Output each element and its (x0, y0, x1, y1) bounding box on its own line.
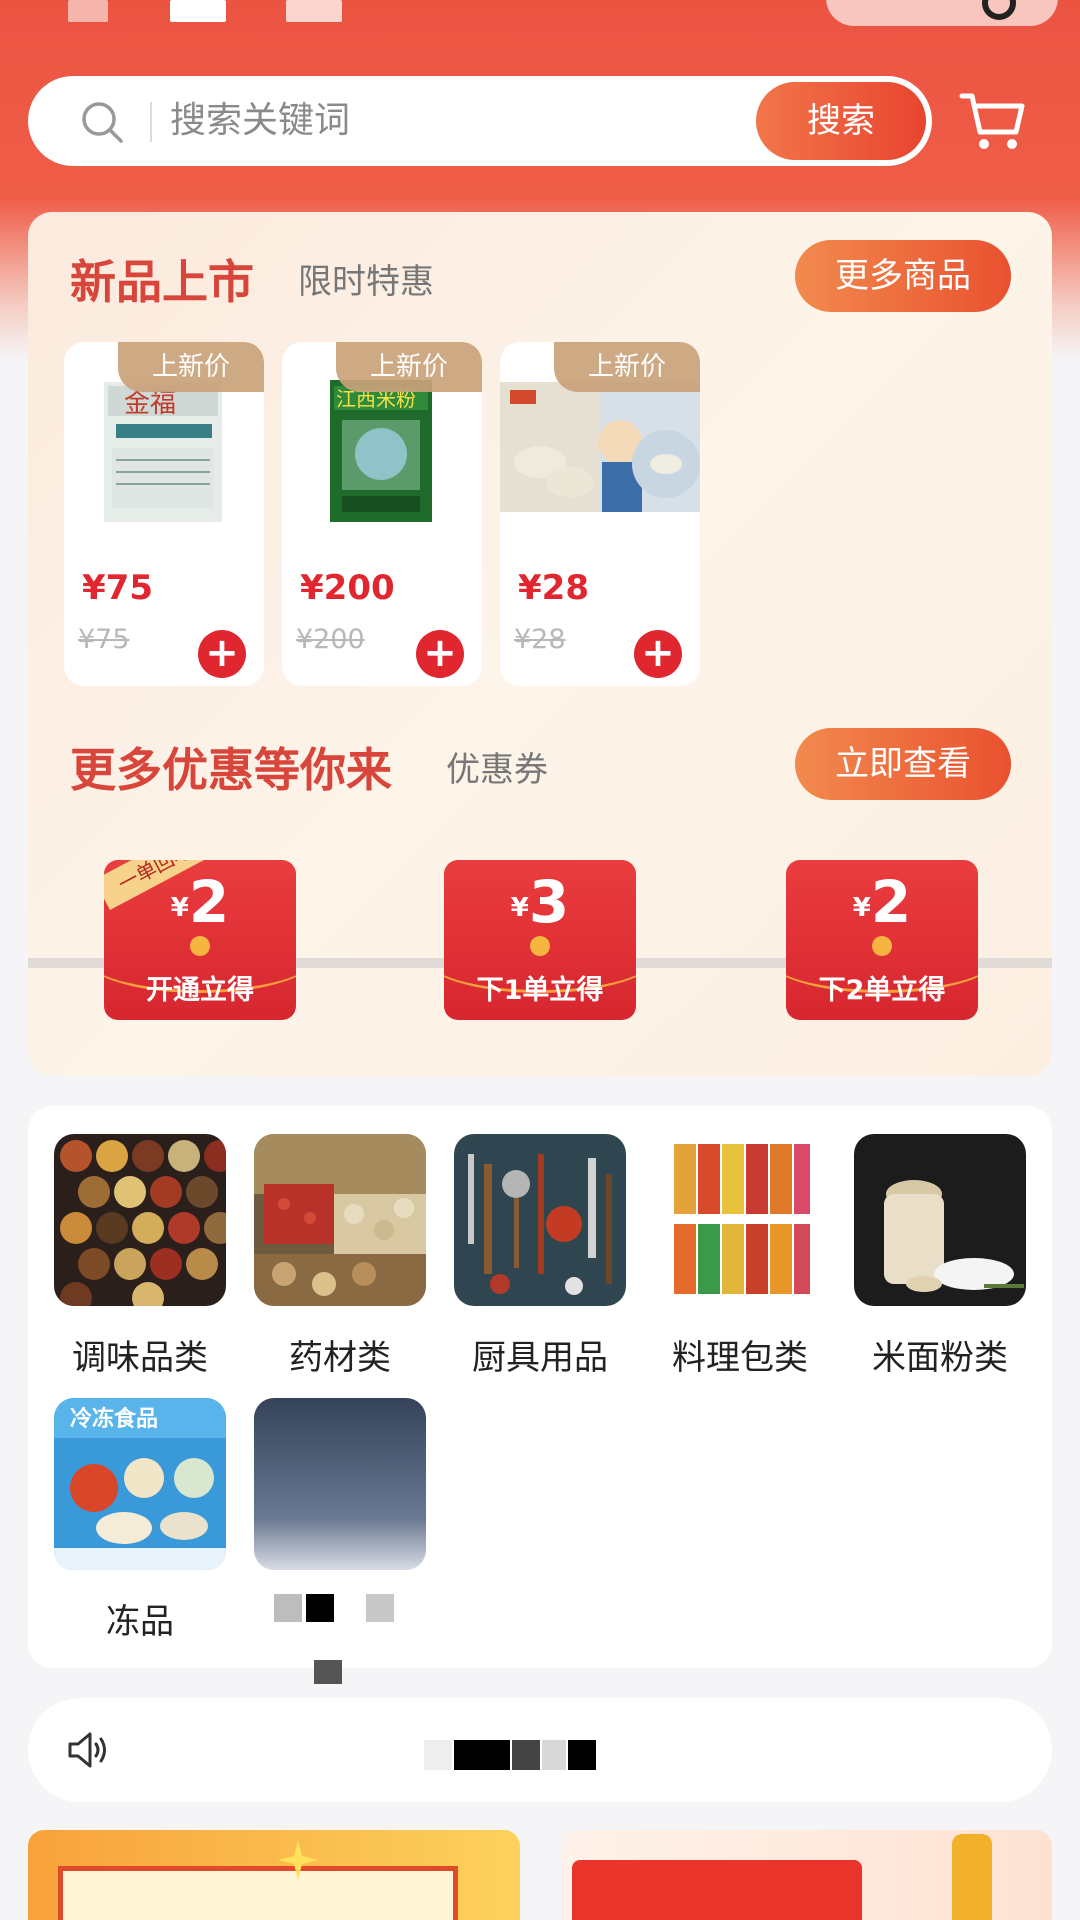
coupon-item[interactable]: ¥2 下2单立得 (786, 860, 978, 1020)
obscured-block (314, 1660, 342, 1684)
sparkle-icon (278, 1840, 318, 1880)
banner-frame (572, 1860, 862, 1920)
more-products-button[interactable]: 更多商品 (795, 240, 1011, 312)
banner-frame (58, 1866, 458, 1920)
coupon-label: 下2单立得 (818, 975, 946, 1006)
product-old-price: ¥28 (514, 624, 566, 655)
svg-text:金福: 金福 (124, 389, 176, 419)
product-image-rice-noodle-bag: 金福 (104, 382, 222, 522)
svg-text:冷冻食品: 冷冻食品 (70, 1406, 158, 1432)
product-price: ¥75 (82, 568, 153, 608)
new-price-tag: 上新价 (118, 342, 264, 392)
category-label: 冻品 (106, 1602, 174, 1642)
category-label: 调味品类 (72, 1338, 208, 1378)
lock-icon (530, 936, 550, 956)
lock-icon (190, 936, 210, 956)
lock-icon (872, 936, 892, 956)
coupon-label: 开通立得 (146, 975, 254, 1006)
spices-image (54, 1134, 226, 1306)
category-grid: 调味品类 药材类 厨具用品 料理包类 米面粉类 冷冻食品 冻品 (28, 1106, 1052, 1684)
product-price: ¥200 (300, 568, 395, 608)
product-old-price: ¥200 (296, 624, 365, 655)
new-products-title: 新品上市 (70, 255, 254, 309)
search-bar[interactable]: 搜索关键词 搜索 (28, 76, 932, 166)
add-to-cart-button[interactable]: + (198, 630, 246, 678)
banner-left[interactable] (28, 1830, 520, 1920)
cart-icon[interactable] (958, 86, 1028, 156)
status-pill[interactable] (826, 0, 1058, 26)
oil-bottle-image (952, 1834, 992, 1920)
coupon-amount: ¥3 (510, 868, 570, 936)
coupon-item[interactable]: ¥3 下1单立得 (444, 860, 636, 1020)
new-price-tag: 上新价 (554, 342, 700, 392)
herbs-image (254, 1134, 426, 1306)
coupons-subtitle: 优惠券 (446, 750, 548, 790)
search-icon (82, 102, 123, 143)
product-price: ¥28 (518, 568, 589, 608)
promo-card: 新品上市 限时特惠 更多商品 金福 上新价 ¥75 ¥75 + 江西米粉 上新价 (28, 212, 1052, 1076)
coupon-amount: ¥2 (852, 868, 912, 936)
kitchenware-image (454, 1134, 626, 1306)
flour-rice-image (854, 1134, 1026, 1306)
category-label: 料理包类 (672, 1338, 808, 1378)
coupons-title: 更多优惠等你来 (70, 743, 392, 797)
new-products-subtitle: 限时特惠 (298, 262, 434, 302)
status-blur (170, 0, 226, 22)
add-to-cart-button[interactable]: + (416, 630, 464, 678)
product-image-rice-bag: 江西米粉 (330, 380, 432, 522)
category-label: 厨具用品 (472, 1338, 608, 1378)
obscured-block (366, 1594, 394, 1622)
product-card[interactable]: 上新价 ¥28 ¥28 + (500, 342, 700, 686)
coupon-label: 下1单立得 (476, 975, 604, 1006)
search-divider (150, 102, 152, 142)
status-blur (68, 0, 108, 22)
obscured-block (424, 1740, 452, 1770)
category-label: 药材类 (289, 1338, 391, 1378)
coupon-amount: ¥2 (170, 868, 230, 936)
obscured-block (568, 1740, 596, 1770)
obscured-block (274, 1594, 302, 1622)
product-card[interactable]: 江西米粉 上新价 ¥200 ¥200 + (282, 342, 482, 686)
speaker-icon (68, 1732, 106, 1768)
new-price-tag: 上新价 (336, 342, 482, 392)
add-to-cart-button[interactable]: + (634, 630, 682, 678)
banner-right[interactable] (562, 1830, 1052, 1920)
notice-bar[interactable] (28, 1698, 1052, 1802)
status-bar (0, 0, 1080, 30)
obscured-block (542, 1740, 566, 1770)
meal-pack-image (654, 1134, 826, 1306)
frozen-food-image: 冷冻食品 (54, 1398, 226, 1570)
view-coupons-button[interactable]: 立即查看 (795, 728, 1011, 800)
status-blur (286, 0, 342, 22)
product-card[interactable]: 金福 上新价 ¥75 ¥75 + (64, 342, 264, 686)
obscured-block (454, 1740, 510, 1770)
obscured-block (306, 1594, 334, 1622)
coupon-item[interactable]: 一单回本 ¥2 开通立得 (104, 860, 296, 1020)
search-button[interactable]: 搜索 (756, 82, 926, 160)
unknown-image (254, 1398, 426, 1570)
category-label: 米面粉类 (872, 1338, 1008, 1378)
search-input[interactable]: 搜索关键词 (170, 96, 350, 146)
product-old-price: ¥75 (78, 624, 130, 655)
product-image-dumplings (500, 382, 700, 512)
obscured-block (512, 1740, 540, 1770)
